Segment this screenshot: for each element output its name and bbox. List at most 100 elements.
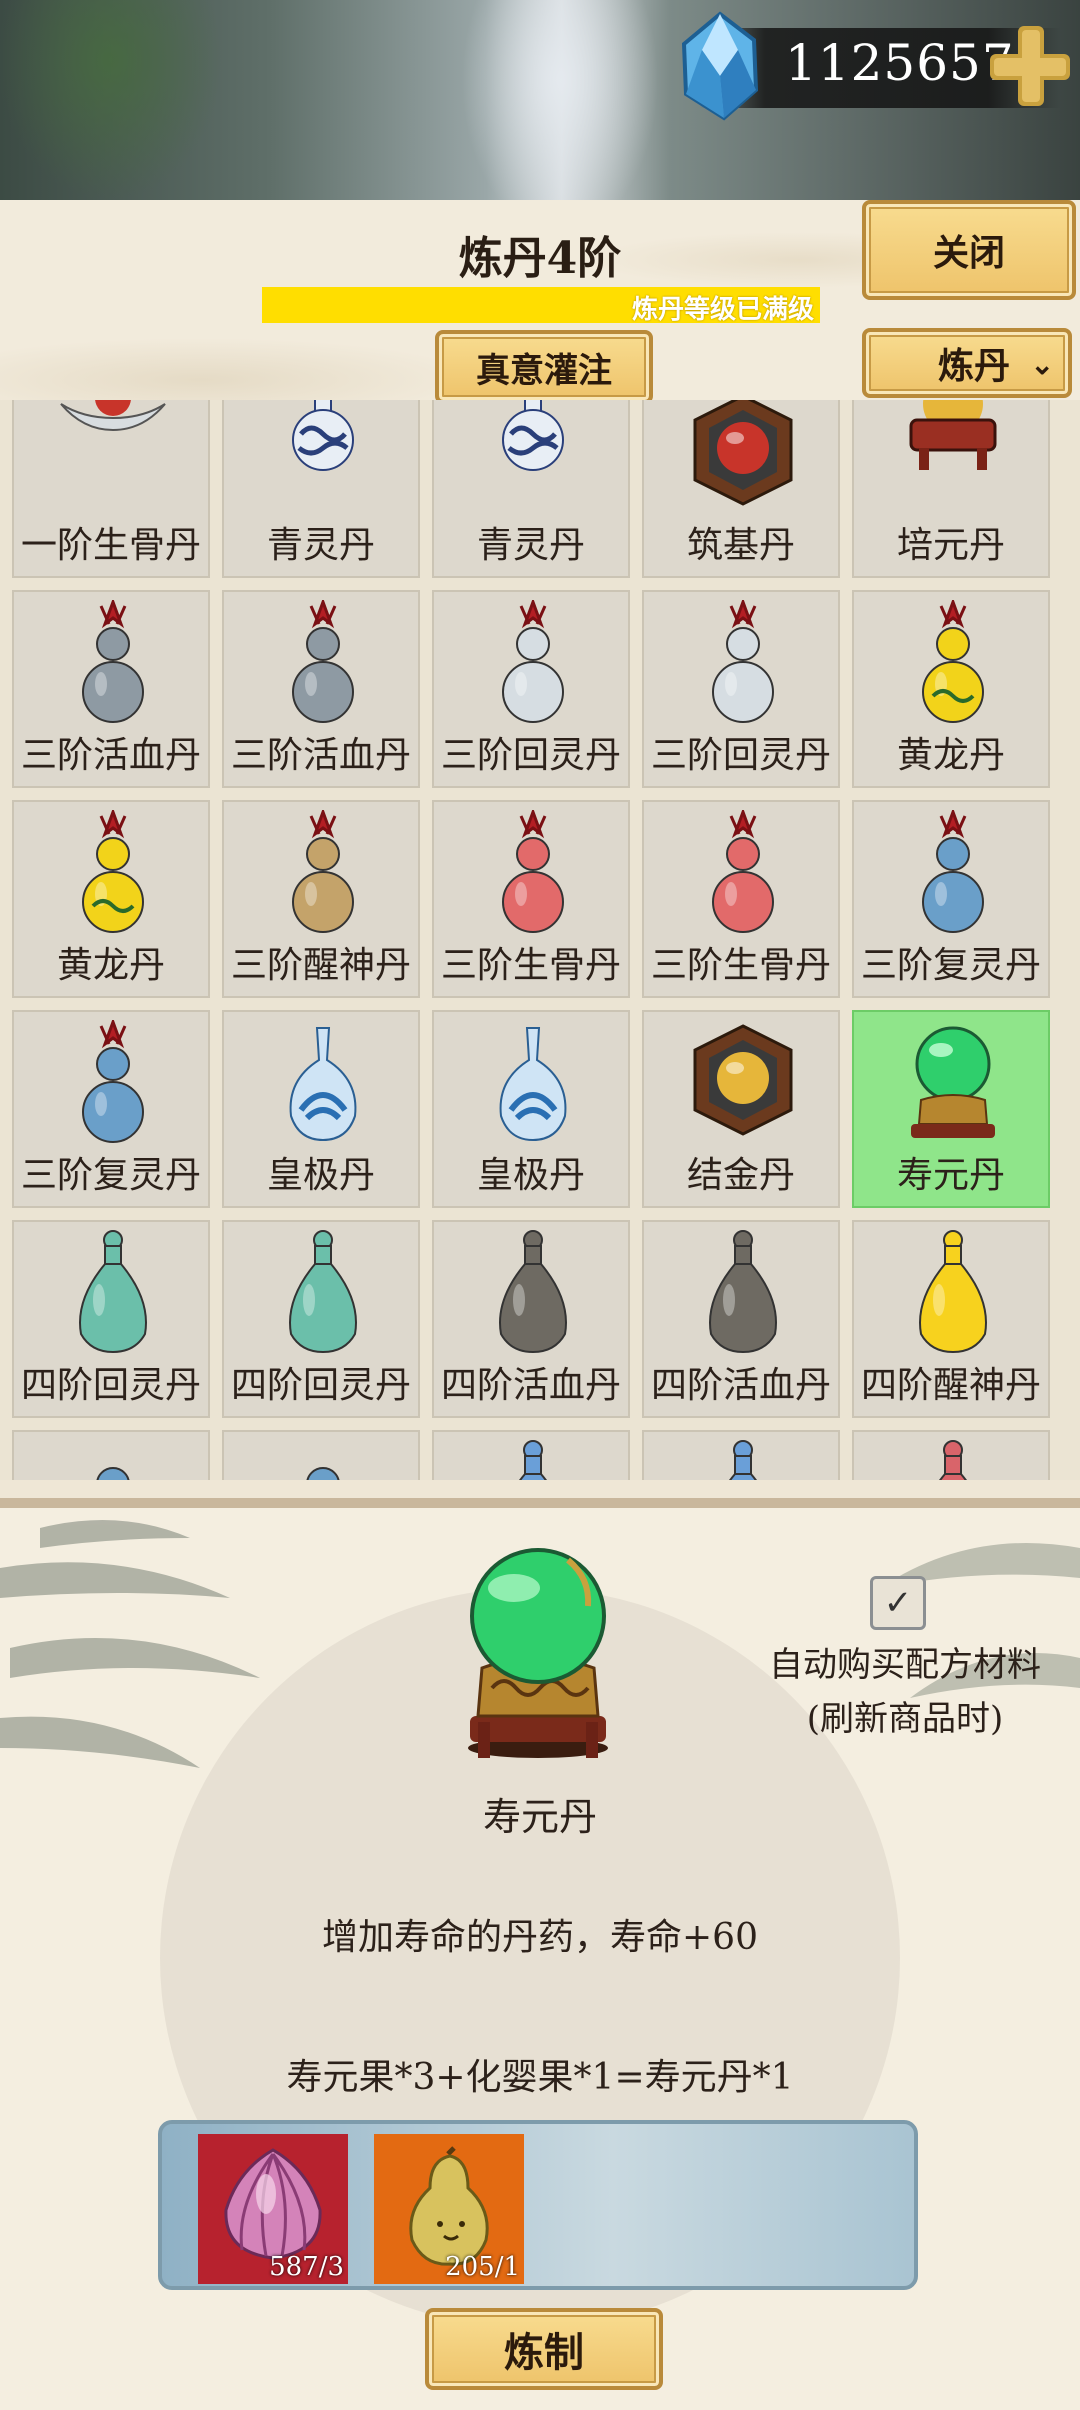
red-gourd-icon xyxy=(502,810,564,933)
recipe-cell[interactable]: 黄龙丹 xyxy=(852,590,1050,788)
lotus-vase-icon xyxy=(499,1027,567,1142)
yellow-bottle-icon xyxy=(919,1230,987,1354)
recipe-cell[interactable]: 三阶复灵丹 xyxy=(12,1010,210,1208)
checkmark-icon: ✓ xyxy=(883,1583,913,1623)
ingredient-slot[interactable]: 587/3 xyxy=(198,2134,348,2284)
recipe-cell[interactable]: 培元丹 xyxy=(852,400,1050,578)
chevron-down-icon: ⌄ xyxy=(1030,348,1054,381)
recipe-cell-label: 三阶活血丹 xyxy=(20,735,201,776)
detail-name: 寿元丹 xyxy=(482,1795,597,1839)
recipe-cell[interactable]: 结金丹 xyxy=(642,1010,840,1208)
recipe-cell[interactable]: 皇极丹 xyxy=(222,1010,420,1208)
recipe-cell[interactable]: 黄龙丹 xyxy=(12,800,210,998)
recipe-cell[interactable]: 三阶回灵丹 xyxy=(642,590,840,788)
golden-pearl-box-icon xyxy=(693,1024,793,1136)
blue-gem-icon xyxy=(681,11,759,121)
white-gourd-icon xyxy=(502,600,564,723)
detail-recipe: 寿元果*3+化婴果*1=寿元丹*1 xyxy=(286,2057,794,2098)
category-dropdown-label: 炼丹 xyxy=(938,345,1011,387)
recipe-cell[interactable]: 三阶醒神丹 xyxy=(222,800,420,998)
recipe-cell[interactable]: 三阶回灵丹 xyxy=(432,590,630,788)
recipe-cell[interactable]: 三阶活血丹 xyxy=(12,590,210,788)
recipe-cell[interactable]: 青灵丹 xyxy=(432,400,630,578)
recipe-cell-label: 四阶回灵丹 xyxy=(230,1365,411,1406)
recipe-cell-label: 四阶醒神丹 xyxy=(860,1365,1041,1406)
recipe-grid: 一阶生骨丹 青灵丹 青灵丹 筑基丹 培元丹 三阶活血丹 三阶活血丹 三阶回灵丹 三阶回灵丹 黄龙丹… xyxy=(12,400,1050,1480)
recipe-cell-label: 青灵丹 xyxy=(476,525,585,566)
craft-button[interactable]: 炼制 xyxy=(425,2308,663,2390)
ingredient-count: 587/3 xyxy=(269,2252,344,2282)
category-dropdown[interactable]: 炼丹 ⌄ xyxy=(862,328,1072,398)
recipe-cell-label: 寿元丹 xyxy=(896,1155,1005,1196)
teal-bottle-icon xyxy=(79,1230,147,1354)
recipe-cell[interactable]: 筑基丹 xyxy=(642,400,840,578)
plus-icon[interactable] xyxy=(984,20,1076,112)
craft-button-label: 炼制 xyxy=(504,2329,584,2376)
ingredient-count: 205/1 xyxy=(445,2252,520,2282)
recipe-cell-label: 皇极丹 xyxy=(476,1155,585,1196)
blue-gourd-icon xyxy=(82,1020,144,1143)
recipe-cell-label: 三阶复灵丹 xyxy=(20,1155,201,1196)
recipe-cell-label: 三阶活血丹 xyxy=(230,735,411,776)
recipe-cell-label: 三阶生骨丹 xyxy=(650,945,831,986)
recipe-cell[interactable]: 四阶醒神丹 xyxy=(852,1220,1050,1418)
ingredient-tray: 587/3 205/1 xyxy=(158,2120,918,2290)
auto-buy-label: 自动购买配方材料 (刷新商品时) xyxy=(760,1638,1050,1746)
recipe-cell[interactable]: 四阶回灵丹 xyxy=(12,1220,210,1418)
infuse-button-label: 真意灌注 xyxy=(476,350,612,391)
recipe-cell-label: 三阶复灵丹 xyxy=(860,945,1041,986)
auto-buy-checkbox[interactable]: ✓ xyxy=(870,1576,926,1630)
blue-bottle-partial-icon xyxy=(519,1440,547,1480)
recipe-cell-label: 四阶活血丹 xyxy=(440,1365,621,1406)
yellow-dragon-gourd-icon xyxy=(922,600,984,723)
recipe-cell[interactable]: 四阶回灵丹 xyxy=(222,1220,420,1418)
white-gourd-icon xyxy=(712,600,774,723)
grey-gourd-icon xyxy=(292,600,354,723)
recipe-cell[interactable]: 青灵丹 xyxy=(222,400,420,578)
recipe-cell-label: 结金丹 xyxy=(686,1155,795,1196)
recipe-cell[interactable]: 三阶复灵丹 xyxy=(852,800,1050,998)
recipe-cell[interactable]: 皇极丹 xyxy=(432,1010,630,1208)
currency-value: 1125657 xyxy=(785,34,1015,92)
tan-gourd-icon xyxy=(292,810,354,933)
recipe-cell-label: 黄龙丹 xyxy=(896,735,1005,776)
recipe-cell[interactable] xyxy=(642,1430,840,1480)
close-button-label: 关闭 xyxy=(932,232,1005,274)
recipe-cell[interactable]: 三阶活血丹 xyxy=(222,590,420,788)
recipe-cell-label: 培元丹 xyxy=(896,525,1005,566)
recipe-cell[interactable] xyxy=(432,1430,630,1480)
recipe-cell-label: 三阶回灵丹 xyxy=(650,735,831,776)
detail-panel: 寿元丹 ✓ 自动购买配方材料 (刷新商品时) 增加寿命的丹药，寿命+60 寿元果… xyxy=(0,1498,1080,2410)
recipe-cell[interactable] xyxy=(852,1430,1050,1480)
close-button[interactable]: 关闭 xyxy=(862,200,1076,300)
red-gourd-icon xyxy=(712,810,774,933)
recipe-cell-selected[interactable]: 寿元丹 xyxy=(852,1010,1050,1208)
recipe-grid-area[interactable]: 一阶生骨丹 青灵丹 青灵丹 筑基丹 培元丹 三阶活血丹 三阶活血丹 三阶回灵丹 三阶回灵丹 黄龙丹… xyxy=(0,400,1080,1480)
recipe-cell[interactable]: 三阶生骨丹 xyxy=(432,800,630,998)
auto-buy-note: (刷新商品时) xyxy=(806,1699,1004,1739)
recipe-cell-label: 四阶回灵丹 xyxy=(20,1365,201,1406)
recipe-cell[interactable]: 四阶活血丹 xyxy=(642,1220,840,1418)
blue-gourd-icon xyxy=(922,810,984,933)
dark-bottle-icon xyxy=(499,1230,567,1354)
infuse-button[interactable]: 真意灌注 xyxy=(435,330,653,404)
golden-orb-stand-icon xyxy=(909,400,997,470)
recipe-cell[interactable]: 四阶活血丹 xyxy=(432,1220,630,1418)
recipe-cell-label: 四阶活血丹 xyxy=(650,1365,831,1406)
dark-bottle-icon xyxy=(709,1230,777,1354)
recipe-cell[interactable] xyxy=(222,1430,420,1480)
red-pearl-box-icon xyxy=(693,400,793,506)
ingredient-slot[interactable]: 205/1 xyxy=(374,2134,524,2284)
level-progress-bar: 炼丹等级已满级 xyxy=(262,287,820,325)
grey-gourd-icon xyxy=(82,600,144,723)
infant-fruit-icon xyxy=(409,2146,489,2266)
blue-bottle-partial-icon xyxy=(729,1440,757,1480)
detail-description: 增加寿命的丹药，寿命+60 xyxy=(322,1917,758,1958)
recipe-cell[interactable]: 一阶生骨丹 xyxy=(12,400,210,578)
recipe-cell[interactable] xyxy=(12,1430,210,1480)
recipe-cell[interactable]: 三阶生骨丹 xyxy=(642,800,840,998)
blue-white-vase-icon xyxy=(502,400,564,471)
blue-gourd-partial-icon xyxy=(96,1467,130,1480)
recipe-cell-label: 三阶回灵丹 xyxy=(440,735,621,776)
page-title: 炼丹4阶 xyxy=(458,233,622,284)
